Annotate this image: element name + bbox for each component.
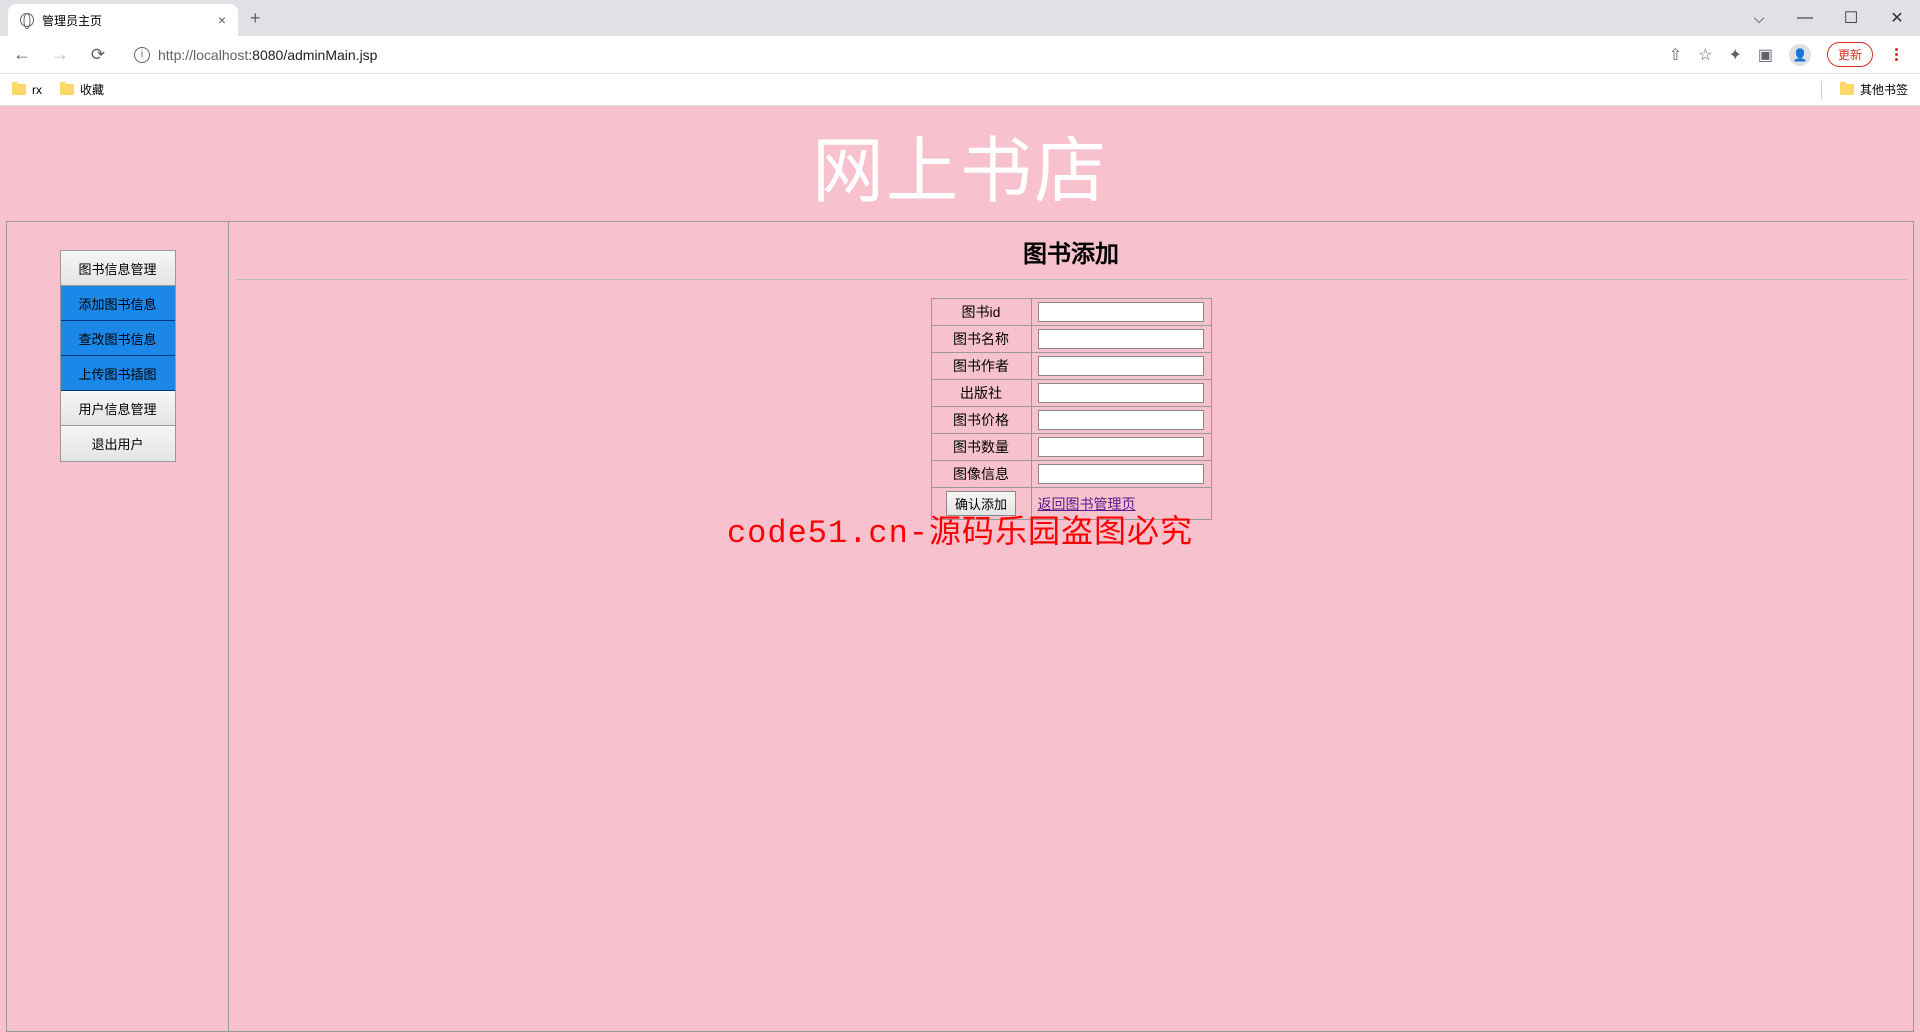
bookmark-label: 收藏 (80, 81, 104, 98)
bookmark-label: rx (32, 83, 42, 97)
book-image-input[interactable] (1038, 464, 1204, 484)
reload-button[interactable]: ⟳ (84, 45, 112, 65)
bookmark-rx[interactable]: rx (12, 83, 42, 97)
add-book-form: 图书id 图书名称 图书作者 (931, 298, 1212, 520)
sidebar-item-user-info[interactable]: 用户信息管理 (61, 391, 175, 426)
field-label: 图书作者 (931, 353, 1031, 380)
field-label: 图书id (931, 299, 1031, 326)
sidebar-item-logout[interactable]: 退出用户 (61, 426, 175, 461)
browser-chrome: 管理员主页 × + ⌵ — ☐ ✕ ← → ⟳ i http://localho… (0, 0, 1920, 106)
book-name-input[interactable] (1038, 329, 1204, 349)
book-quantity-input[interactable] (1038, 437, 1204, 457)
page: 网上书店 图书信息管理 添加图书信息 查改图书信息 上传图书插图 用户信息管理 … (0, 106, 1920, 1032)
bookmark-favorites[interactable]: 收藏 (60, 81, 104, 98)
content-layout: 图书信息管理 添加图书信息 查改图书信息 上传图书插图 用户信息管理 退出用户 … (6, 221, 1914, 1032)
bookmark-label: 其他书签 (1860, 81, 1908, 98)
field-label: 出版社 (931, 380, 1031, 407)
back-button[interactable]: ← (8, 44, 36, 65)
form-row: 图书名称 (931, 326, 1211, 353)
info-icon[interactable]: i (134, 47, 150, 63)
tab-title: 管理员主页 (42, 12, 102, 29)
page-title: 图书添加 (229, 228, 1913, 279)
bookmark-other[interactable]: 其他书签 (1840, 81, 1908, 98)
banner-title: 网上书店 (0, 112, 1920, 217)
chevron-down-icon[interactable]: ⌵ (1736, 2, 1782, 34)
close-window-button[interactable]: ✕ (1874, 2, 1920, 34)
form-row: 出版社 (931, 380, 1211, 407)
close-icon[interactable]: × (218, 12, 226, 28)
sidebar-item-add-book[interactable]: 添加图书信息 (61, 286, 175, 321)
field-label: 图书数量 (931, 434, 1031, 461)
sidebar-item-upload-image[interactable]: 上传图书插图 (61, 356, 175, 391)
field-label: 图像信息 (931, 461, 1031, 488)
minimize-button[interactable]: — (1782, 2, 1828, 34)
form-row: 图书数量 (931, 434, 1211, 461)
maximize-button[interactable]: ☐ (1828, 2, 1874, 34)
forward-button[interactable]: → (46, 44, 74, 65)
main-content: 图书添加 图书id 图书名称 (229, 222, 1914, 1032)
book-author-input[interactable] (1038, 356, 1204, 376)
url-bar[interactable]: i http://localhost:8080/adminMain.jsp (122, 40, 1659, 70)
back-link[interactable]: 返回图书管理页 (1038, 496, 1136, 512)
side-panel-icon[interactable]: ▣ (1758, 45, 1773, 65)
update-button[interactable]: 更新 (1827, 42, 1873, 67)
folder-icon (60, 84, 74, 95)
form-row: 图书价格 (931, 407, 1211, 434)
window-controls: ⌵ — ☐ ✕ (1736, 2, 1920, 34)
toolbar-right: ⇧ ☆ ✦ ▣ 👤 更新 (1669, 42, 1912, 67)
submit-button[interactable]: 确认添加 (946, 491, 1016, 516)
folder-icon (1840, 84, 1854, 95)
menu-icon[interactable] (1889, 48, 1904, 61)
browser-tab[interactable]: 管理员主页 × (8, 4, 238, 36)
form-row: 图像信息 (931, 461, 1211, 488)
extensions-icon[interactable]: ✦ (1728, 45, 1741, 65)
globe-icon (20, 13, 34, 27)
sidebar-menu: 图书信息管理 添加图书信息 查改图书信息 上传图书插图 用户信息管理 退出用户 (60, 250, 176, 462)
sidebar: 图书信息管理 添加图书信息 查改图书信息 上传图书插图 用户信息管理 退出用户 (7, 222, 229, 1032)
sidebar-item-book-info[interactable]: 图书信息管理 (61, 251, 175, 286)
divider (235, 279, 1907, 280)
star-icon[interactable]: ☆ (1698, 45, 1712, 65)
address-bar: ← → ⟳ i http://localhost:8080/adminMain.… (0, 36, 1920, 74)
new-tab-button[interactable]: + (238, 8, 273, 29)
field-label: 图书名称 (931, 326, 1031, 353)
share-icon[interactable]: ⇧ (1669, 45, 1682, 65)
book-publisher-input[interactable] (1038, 383, 1204, 403)
banner: 网上书店 (0, 106, 1920, 221)
form-row: 图书id (931, 299, 1211, 326)
form-row: 图书作者 (931, 353, 1211, 380)
book-price-input[interactable] (1038, 410, 1204, 430)
avatar-icon[interactable]: 👤 (1789, 44, 1811, 66)
sidebar-item-edit-book[interactable]: 查改图书信息 (61, 321, 175, 356)
divider (1821, 81, 1822, 99)
url-text: http://localhost:8080/adminMain.jsp (158, 47, 377, 63)
form-row-actions: 确认添加 返回图书管理页 (931, 488, 1211, 520)
tab-bar: 管理员主页 × + ⌵ — ☐ ✕ (0, 0, 1920, 36)
field-label: 图书价格 (931, 407, 1031, 434)
bookmark-bar: rx 收藏 其他书签 (0, 74, 1920, 106)
book-id-input[interactable] (1038, 302, 1204, 322)
page-container: 网上书店 图书信息管理 添加图书信息 查改图书信息 上传图书插图 用户信息管理 … (0, 106, 1920, 1032)
folder-icon (12, 84, 26, 95)
